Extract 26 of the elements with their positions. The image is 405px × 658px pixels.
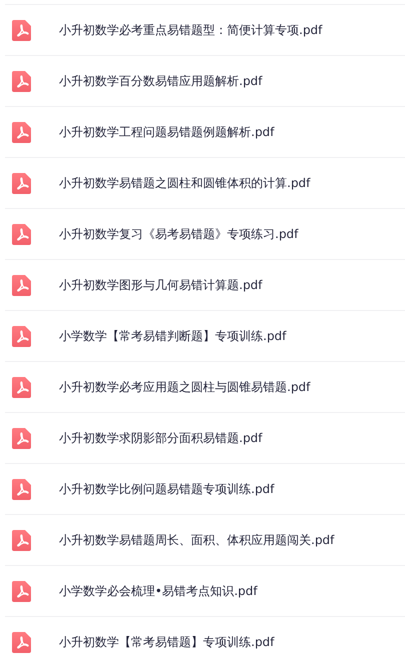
file-name[interactable]: 小升初数学易错题周长、面积、体积应用题闯关.pdf: [59, 532, 334, 548]
pdf-file-icon: [12, 20, 31, 40]
file-name[interactable]: 小升初数学比例问题易错题专项训练.pdf: [59, 480, 274, 498]
pdf-file-icon: [12, 70, 31, 92]
pdf-file-icon: [12, 326, 31, 346]
pdf-file-icon: [12, 274, 31, 296]
pdf-file-icon: [12, 376, 31, 398]
file-name[interactable]: 小升初数学必考重点易错题型：简便计算专项.pdf: [59, 22, 322, 38]
file-name[interactable]: 小升初数学工程问题易错题例题解析.pdf: [59, 124, 274, 140]
pdf-file-icon: [12, 632, 31, 652]
file-name[interactable]: 小升初数学复习《易考易错题》专项练习.pdf: [59, 226, 298, 242]
pdf-file-icon: [12, 530, 31, 550]
file-name[interactable]: 小升初数学易错题之圆柱和圆锥体积的计算.pdf: [59, 174, 310, 192]
file-name[interactable]: 小学数学必会梳理•易错考点知识.pdf: [59, 582, 258, 600]
file-name[interactable]: 小升初数学【常考易错题】专项训练.pdf: [59, 634, 274, 650]
file-name[interactable]: 小升初数学必考应用题之圆柱与圆锥易错题.pdf: [59, 378, 310, 396]
pdf-file-icon: [12, 172, 31, 194]
pdf-file-icon: [12, 122, 31, 142]
pdf-file-icon: [12, 580, 31, 602]
file-name[interactable]: 小升初数学百分数易错应用题解析.pdf: [59, 72, 262, 90]
pdf-file-icon: [12, 428, 31, 448]
file-name[interactable]: 小升初数学求阴影部分面积易错题.pdf: [59, 430, 262, 446]
pdf-file-icon: [12, 224, 31, 244]
pdf-file-icon: [12, 478, 31, 500]
file-name[interactable]: 小升初数学图形与几何易错计算题.pdf: [59, 276, 262, 294]
file-name[interactable]: 小学数学【常考易错判断题】专项训练.pdf: [59, 328, 286, 344]
